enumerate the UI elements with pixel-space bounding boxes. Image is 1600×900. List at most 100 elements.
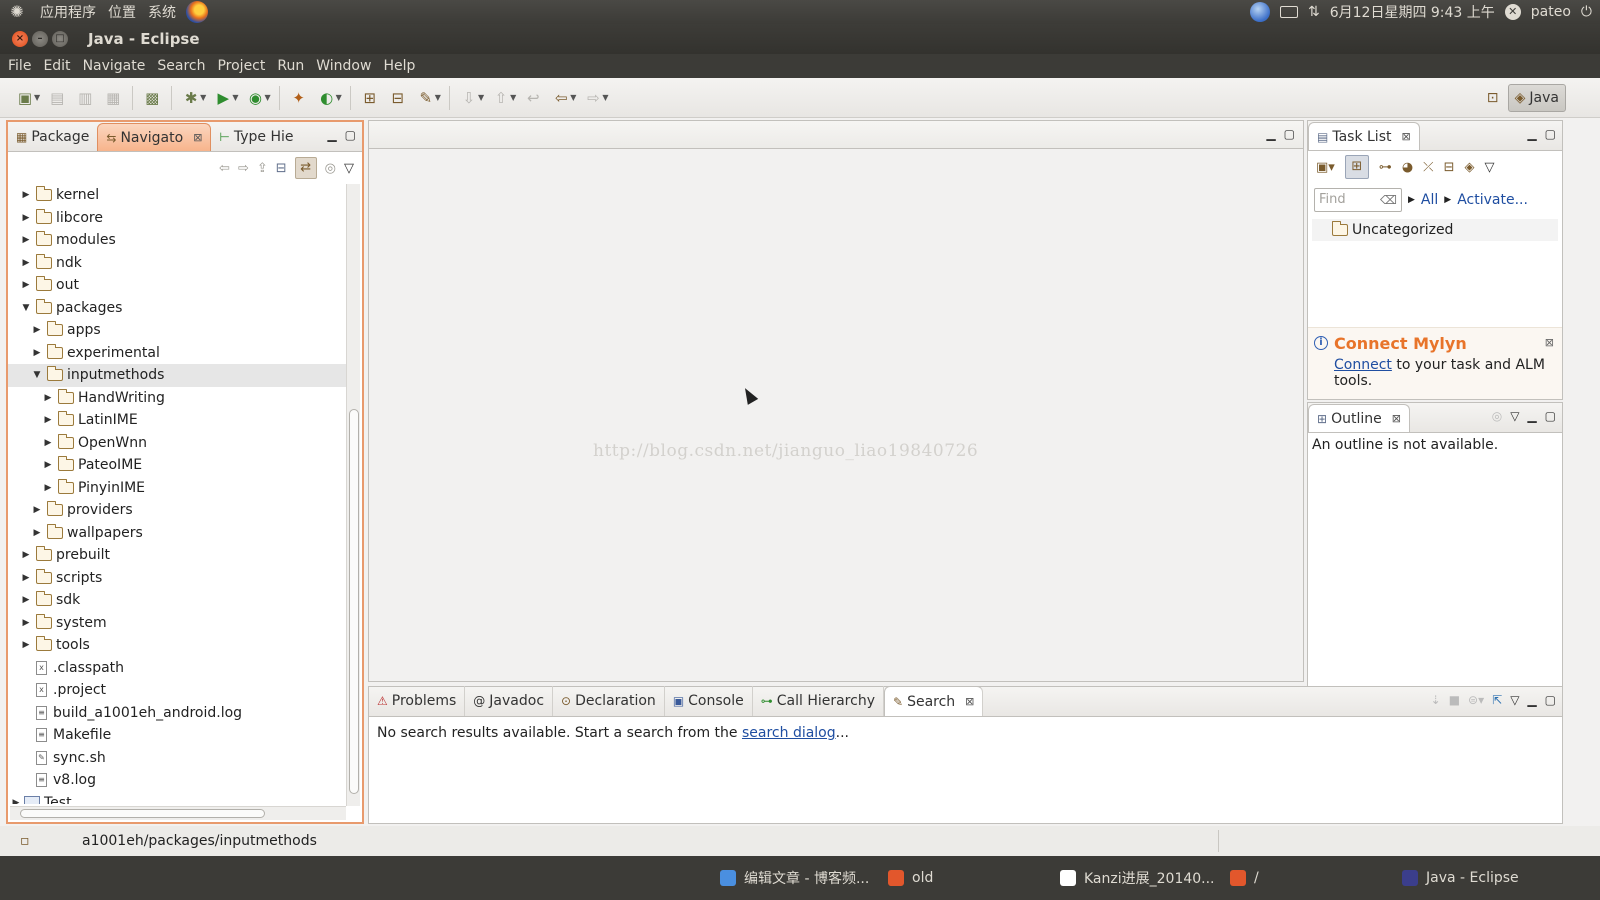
minimize-window-button[interactable]: – — [32, 31, 48, 47]
maximize-icon[interactable]: ▢ — [1545, 693, 1556, 707]
prev-annotation-dropdown-icon[interactable]: ▼ — [510, 93, 516, 102]
forward-icon[interactable]: ⇨ — [582, 87, 604, 109]
new-class-dropdown-icon[interactable]: ▼ — [336, 93, 342, 102]
tree-item[interactable]: ▶ PinyinIME — [8, 477, 348, 500]
expanded-twisty-icon[interactable]: ▼ — [31, 370, 43, 380]
open-type-icon[interactable]: ⊞ — [359, 87, 381, 109]
tree-item[interactable]: ▶ OpenWnn — [8, 432, 348, 455]
up-icon[interactable]: ⇪ — [257, 161, 268, 176]
applications-menu[interactable]: 应用程序 — [34, 2, 102, 22]
maximize-icon[interactable]: ▢ — [345, 128, 356, 142]
tree-horizontal-scrollbar[interactable] — [10, 806, 346, 820]
menu-run[interactable]: Run — [271, 58, 310, 74]
search-icon[interactable]: ✎ — [415, 87, 437, 109]
tree-item[interactable]: ▶ Test — [8, 792, 348, 804]
new-package-icon[interactable]: ✦ — [288, 87, 310, 109]
scheduled-icon[interactable]: ⊶ — [1379, 160, 1392, 175]
collapsed-twisty-icon[interactable]: ▶ — [20, 550, 32, 560]
tree-item[interactable]: ▶ out — [8, 274, 348, 297]
link-with-editor-icon[interactable]: ⇄ — [294, 157, 317, 179]
back-dropdown-icon[interactable]: ▼ — [570, 93, 576, 102]
last-edit-icon[interactable]: ↩ — [522, 87, 544, 109]
scrollbar-thumb[interactable] — [349, 409, 359, 794]
minimize-icon[interactable]: ▁ — [1266, 127, 1275, 141]
tree-item[interactable]: ▶ ndk — [8, 252, 348, 275]
new-icon[interactable]: ▣ — [14, 87, 36, 109]
collapsed-twisty-icon[interactable]: ▶ — [20, 235, 32, 245]
fast-view-icon[interactable]: ▫ — [20, 833, 40, 849]
close-window-button[interactable]: × — [12, 31, 28, 47]
collapsed-twisty-icon[interactable]: ▶ — [20, 595, 32, 605]
tree-item[interactable]: ≡ Makefile — [8, 724, 348, 747]
save-all-icon[interactable]: ▥ — [74, 87, 96, 109]
close-notice-icon[interactable]: ⊠ — [1545, 336, 1554, 349]
collapsed-twisty-icon[interactable]: ▶ — [10, 798, 22, 804]
tab-javadoc[interactable]: @ Javadoc — [465, 686, 554, 716]
tree-item[interactable]: ▶ prebuilt — [8, 544, 348, 567]
tree-item[interactable]: ▶ tools — [8, 634, 348, 657]
tab-outline[interactable]: ⊞ Outline ⊠ — [1308, 404, 1410, 432]
collapsed-twisty-icon[interactable]: ▶ — [42, 415, 54, 425]
collapsed-twisty-icon[interactable]: ▶ — [31, 325, 43, 335]
scrollbar-thumb[interactable] — [20, 809, 265, 818]
tree-item[interactable]: ≡ v8.log — [8, 769, 348, 792]
all-tasks-link[interactable]: All — [1421, 192, 1438, 208]
expanded-twisty-icon[interactable]: ▼ — [20, 303, 32, 313]
collapsed-twisty-icon[interactable]: ▶ — [42, 460, 54, 470]
power-icon[interactable]: ⏻ — [1581, 4, 1592, 20]
tree-item[interactable]: ▶ modules — [8, 229, 348, 252]
view-menu-icon[interactable]: ▽ — [1484, 160, 1494, 175]
print-icon[interactable]: ▦ — [102, 87, 124, 109]
expand-activate-icon[interactable]: ▶ — [1444, 195, 1451, 205]
connect-link[interactable]: Connect — [1334, 357, 1392, 373]
stop-icon[interactable]: ■ — [1449, 693, 1460, 707]
minimize-icon[interactable]: ▁ — [1527, 127, 1536, 141]
collapsed-twisty-icon[interactable]: ▶ — [42, 438, 54, 448]
collapse-all-icon[interactable]: ⊟ — [276, 161, 287, 176]
tab-problems[interactable]: ⚠ Problems — [369, 686, 466, 716]
editor-area[interactable]: ▁ ▢ http://blog.csdn.net/jianguo_liao198… — [368, 120, 1304, 682]
taskbar-item[interactable]: 编辑文章 - 博客频... — [720, 856, 869, 900]
tree-item[interactable]: ▶ libcore — [8, 207, 348, 230]
tab-search[interactable]: ✎ Search ⊠ — [884, 686, 984, 716]
menu-search[interactable]: Search — [151, 58, 211, 74]
globe-icon[interactable] — [1249, 2, 1270, 22]
save-icon[interactable]: ▤ — [46, 87, 68, 109]
tab-call-hierarchy[interactable]: ⊶ Call Hierarchy — [753, 686, 884, 716]
username[interactable]: pateo — [1531, 4, 1571, 20]
firefox-icon[interactable] — [186, 1, 208, 23]
clock[interactable]: 6月12日星期四 9:43 上午 — [1330, 2, 1495, 22]
user-status-icon[interactable]: ✕ — [1504, 4, 1521, 20]
menu-help[interactable]: Help — [377, 58, 421, 74]
tree-item[interactable]: ▶ apps — [8, 319, 348, 342]
tree-item[interactable]: x .classpath — [8, 657, 348, 680]
categorized-icon[interactable]: ⊞ — [1344, 155, 1369, 179]
minimize-icon[interactable]: ▁ — [1527, 693, 1536, 707]
history-icon[interactable]: ⊜▾ — [1468, 693, 1484, 707]
collapsed-twisty-icon[interactable]: ▶ — [31, 348, 43, 358]
close-tab-icon[interactable]: ⊠ — [193, 131, 202, 144]
collapsed-twisty-icon[interactable]: ▶ — [42, 393, 54, 403]
tree-item[interactable]: ≡ build_a1001eh_android.log — [8, 702, 348, 725]
menu-window[interactable]: Window — [310, 58, 377, 74]
collapsed-twisty-icon[interactable]: ▶ — [20, 190, 32, 200]
view-menu-icon[interactable]: ▽ — [1510, 409, 1519, 423]
taskbar-item[interactable]: Kanzi进展_20140... — [1060, 856, 1215, 900]
ubuntu-logo-icon[interactable]: ✺ — [6, 1, 28, 23]
back-icon[interactable]: ⇦ — [550, 87, 572, 109]
minimize-icon[interactable]: ▁ — [327, 128, 336, 142]
close-tab-icon[interactable]: ⊠ — [1401, 130, 1410, 143]
tree-item[interactable]: ▶ sdk — [8, 589, 348, 612]
tab-task-list[interactable]: ▤ Task List ⊠ — [1308, 122, 1420, 150]
menu-edit[interactable]: Edit — [37, 58, 76, 74]
synchronize-icon[interactable]: ◈ — [1464, 160, 1474, 175]
task-find-input[interactable]: Find ⌫ — [1314, 188, 1402, 212]
terminal-icon[interactable]: ▩ — [141, 87, 163, 109]
java-perspective-button[interactable]: ◈ Java — [1507, 84, 1566, 112]
tree-item[interactable]: ▶ wallpapers — [8, 522, 348, 545]
tab-console[interactable]: ▣ Console — [665, 686, 753, 716]
pin-icon[interactable]: ⇱ — [1492, 693, 1502, 707]
filter-icon[interactable]: ◎ — [325, 161, 336, 176]
tree-item[interactable]: ▶ experimental — [8, 342, 348, 365]
tab-package-explorer[interactable]: ▦ Package — [8, 123, 97, 151]
